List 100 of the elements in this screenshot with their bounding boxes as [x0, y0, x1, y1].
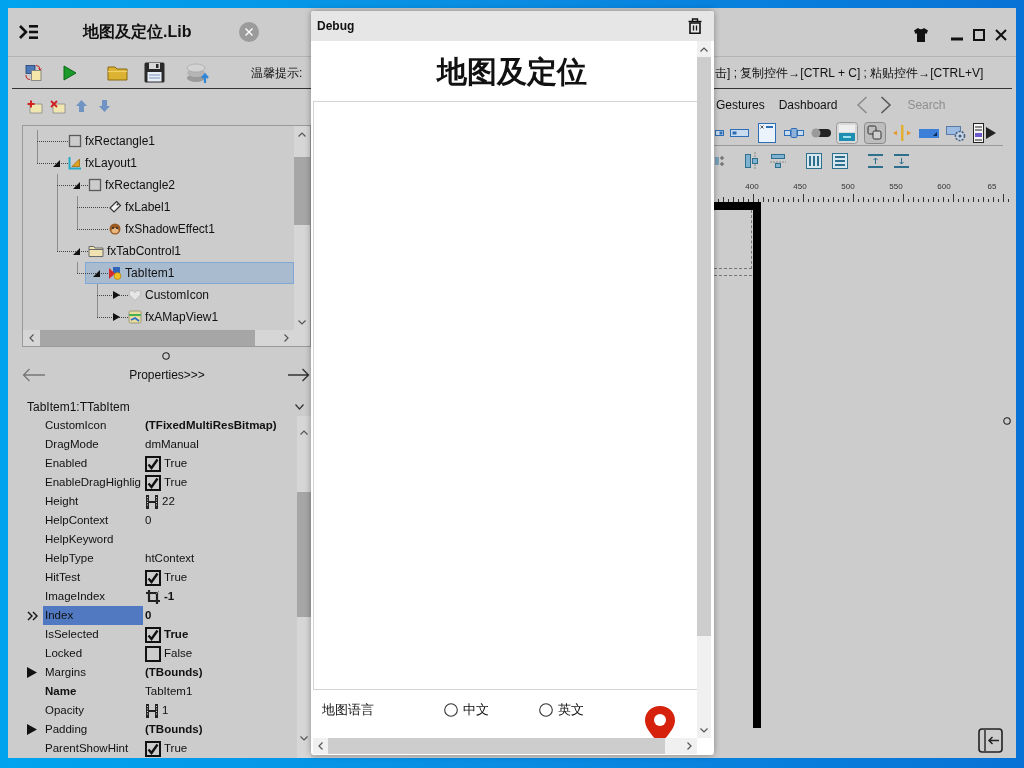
- align-top-icon[interactable]: [868, 154, 883, 168]
- vertical-scrollbar[interactable]: [294, 126, 310, 330]
- toggle-switch-icon[interactable]: [811, 128, 831, 138]
- property-name[interactable]: Name: [43, 682, 143, 701]
- close-icon[interactable]: [995, 28, 1007, 41]
- scroll-up-icon[interactable]: [700, 46, 708, 52]
- property-name[interactable]: HelpType: [43, 549, 143, 568]
- palette-tab[interactable]: Dashboard: [777, 97, 839, 113]
- scroll-down-icon[interactable]: [300, 735, 308, 741]
- menu-icon[interactable]: [18, 23, 38, 41]
- expander-icon[interactable]: [73, 247, 80, 255]
- track-bar-icon[interactable]: [784, 128, 804, 138]
- property-name[interactable]: ImageIndex: [43, 587, 143, 606]
- button-icon[interactable]: [836, 122, 858, 144]
- add-item-icon[interactable]: [27, 100, 43, 114]
- tree-item[interactable]: fxRectangle2: [65, 174, 294, 196]
- dropdown-bar-icon[interactable]: [919, 128, 939, 138]
- property-name[interactable]: Locked: [43, 644, 143, 663]
- expander-icon[interactable]: [113, 313, 120, 321]
- scroll-left-icon[interactable]: [28, 334, 34, 342]
- property-name[interactable]: EnableDragHighlig: [43, 473, 143, 492]
- properties-link[interactable]: Properties>>>: [129, 366, 205, 384]
- tree-item[interactable]: fxLayout1: [45, 152, 294, 174]
- tree-item[interactable]: fxTabControl1: [65, 240, 294, 262]
- expander-icon[interactable]: [113, 291, 120, 299]
- caret-right-icon[interactable]: [986, 127, 996, 139]
- expander-icon[interactable]: [93, 269, 100, 277]
- window-swap-icon[interactable]: [25, 64, 42, 81]
- gear-panel-icon[interactable]: [946, 123, 966, 143]
- checkbox[interactable]: [145, 474, 161, 491]
- overlapping-squares-icon[interactable]: [864, 122, 886, 144]
- horizontal-scrollbar[interactable]: [23, 330, 294, 346]
- tree-item[interactable]: fxShadowEffect1: [85, 218, 294, 240]
- vertical-scrollbar[interactable]: [697, 41, 711, 738]
- property-name[interactable]: Opacity: [43, 701, 143, 720]
- tree-item[interactable]: fxRectangle1: [45, 130, 294, 152]
- database-upload-icon[interactable]: [186, 61, 210, 84]
- property-name[interactable]: ParentShowHint: [43, 739, 143, 758]
- property-name[interactable]: HelpKeyword: [43, 530, 143, 549]
- progress-bar-icon[interactable]: [730, 129, 749, 137]
- scroll-thumb[interactable]: [697, 57, 711, 636]
- property-name[interactable]: Margins: [43, 663, 143, 682]
- vertical-scrollbar[interactable]: [297, 416, 311, 758]
- align-bottom-icon[interactable]: [894, 154, 909, 168]
- property-name[interactable]: DragMode: [43, 435, 143, 454]
- search-field[interactable]: Search: [904, 96, 1005, 114]
- scroll-down-icon[interactable]: [700, 727, 708, 733]
- checkbox[interactable]: [145, 740, 161, 757]
- scroll-thumb[interactable]: [297, 492, 311, 617]
- tree-item[interactable]: CustomIcon: [105, 284, 294, 306]
- property-name[interactable]: Padding: [43, 720, 143, 739]
- resize-handle-icon[interactable]: [1003, 417, 1011, 425]
- align-middle-icon[interactable]: [770, 153, 786, 169]
- panel-icon[interactable]: [715, 128, 724, 138]
- property-name[interactable]: HitTest: [43, 568, 143, 587]
- window-icon[interactable]: [758, 123, 776, 143]
- checkbox[interactable]: [145, 626, 161, 643]
- scroll-left-icon[interactable]: [318, 742, 323, 750]
- checkbox[interactable]: [145, 569, 161, 586]
- scroll-up-icon[interactable]: [300, 429, 308, 435]
- scroll-right-icon[interactable]: [686, 742, 692, 750]
- palette-tab[interactable]: Gestures: [715, 97, 766, 113]
- property-name[interactable]: Height: [43, 492, 143, 511]
- arrow-right-icon[interactable]: [288, 368, 310, 382]
- radio-option[interactable]: 英文: [539, 700, 584, 720]
- list-icon[interactable]: [973, 123, 984, 143]
- expander-icon[interactable]: [27, 667, 37, 678]
- play-icon[interactable]: [63, 64, 77, 81]
- scroll-thumb[interactable]: [294, 157, 310, 225]
- save-icon[interactable]: [144, 62, 165, 83]
- property-name[interactable]: Enabled: [43, 454, 143, 473]
- expander-icon[interactable]: [73, 181, 80, 189]
- map-pin-icon[interactable]: [643, 705, 677, 738]
- maximize-icon[interactable]: [973, 28, 985, 41]
- delete-item-icon[interactable]: [50, 100, 66, 114]
- expander-icon[interactable]: [53, 159, 60, 167]
- tree-item[interactable]: fxLabel1: [85, 196, 294, 218]
- space-vertical-icon[interactable]: [832, 153, 848, 169]
- property-name[interactable]: CustomIcon: [43, 416, 143, 435]
- tree-item[interactable]: TabItem1: [85, 262, 294, 284]
- splitter-handle-icon[interactable]: [162, 352, 170, 360]
- object-selector[interactable]: TabItem1:TTabItem: [22, 398, 311, 416]
- property-name[interactable]: Index: [43, 606, 143, 625]
- radio-icon[interactable]: [539, 703, 553, 717]
- tree-item[interactable]: fxAMapView1: [105, 306, 294, 328]
- space-horizontal-icon[interactable]: [806, 153, 822, 169]
- align-center-icon[interactable]: [744, 152, 760, 170]
- checkbox[interactable]: [145, 645, 161, 662]
- trash-icon[interactable]: [688, 18, 702, 34]
- property-name[interactable]: IsSelected: [43, 625, 143, 644]
- expander-icon[interactable]: [27, 724, 37, 735]
- shirt-icon[interactable]: [913, 26, 929, 43]
- scroll-thumb[interactable]: [40, 330, 255, 346]
- scroll-up-icon[interactable]: [298, 131, 306, 137]
- checkbox[interactable]: [145, 455, 161, 472]
- align-icon[interactable]: [715, 154, 725, 168]
- radio-option[interactable]: 中文: [444, 700, 489, 720]
- radio-icon[interactable]: [444, 703, 458, 717]
- scroll-right-icon[interactable]: [283, 334, 289, 342]
- scroll-down-icon[interactable]: [298, 319, 306, 325]
